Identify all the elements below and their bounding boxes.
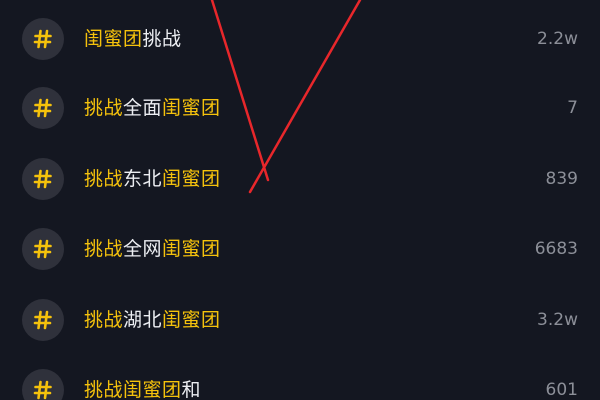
topic-label: 挑战全面闺蜜团 [84,95,221,121]
topic-view-count: 2.2w [537,29,578,49]
topic-label: 挑战湖北闺蜜团 [84,307,221,333]
topic-text: 和 [181,379,202,400]
topic-label: 挑战闺蜜团和 [84,377,201,400]
topic-view-count: 6683 [534,239,578,259]
topic-label: 闺蜜团挑战 [84,26,182,52]
topic-text: 全网 [123,238,163,260]
topic-label: 挑战东北闺蜜团 [84,166,221,192]
keyword-highlight: 挑战闺蜜团 [84,379,182,400]
keyword-highlight: 闺蜜团 [162,238,221,260]
keyword-highlight: 挑战 [84,168,124,190]
keyword-highlight: 挑战 [84,309,124,331]
topic-row[interactable]: 挑战全网闺蜜团 6683 [0,224,600,274]
topic-row[interactable]: 闺蜜团挑战 2.2w [0,14,600,64]
topic-text: 挑战 [142,28,182,50]
hashtag-icon [22,87,64,129]
topic-text: 东北 [123,168,163,190]
topic-view-count: 3.2w [537,310,578,330]
topic-search-results: 闺蜜团挑战 2.2w 挑战全面闺蜜团 7 挑战东北闺蜜团 839 挑战全网闺蜜团 6683 挑战… [0,0,600,400]
hashtag-icon [22,158,64,200]
topic-row[interactable]: 挑战湖北闺蜜团 3.2w [0,295,600,345]
topic-text: 全面 [123,97,163,119]
keyword-highlight: 闺蜜团 [162,168,221,190]
topic-row[interactable]: 挑战东北闺蜜团 839 [0,154,600,204]
keyword-highlight: 闺蜜团 [84,28,143,50]
hashtag-icon [22,228,64,270]
keyword-highlight: 挑战 [84,97,124,119]
topic-row[interactable]: 挑战全面闺蜜团 7 [0,83,600,133]
keyword-highlight: 挑战 [84,238,124,260]
topic-label: 挑战全网闺蜜团 [84,236,221,262]
topic-view-count: 601 [545,380,578,400]
hashtag-icon [22,18,64,60]
topic-row[interactable]: 挑战闺蜜团和 601 [0,365,600,400]
topic-text: 湖北 [123,309,163,331]
keyword-highlight: 闺蜜团 [162,97,221,119]
hashtag-icon [22,369,64,400]
keyword-highlight: 闺蜜团 [162,309,221,331]
topic-view-count: 7 [567,98,578,118]
topic-view-count: 839 [545,169,578,189]
hashtag-icon [22,299,64,341]
